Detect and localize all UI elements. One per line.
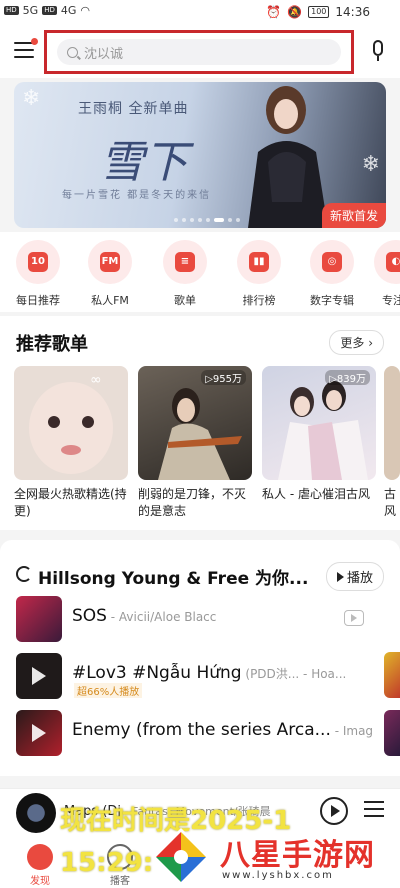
song-cover [16, 653, 62, 699]
song-artist: - Imag... [334, 724, 372, 738]
tab-label: 发现 [30, 876, 50, 887]
podcast-icon [107, 844, 133, 870]
chart-icon: ▮▮ [249, 252, 269, 272]
play-count: ▷955万 [201, 370, 246, 385]
playlist-card[interactable]: ▷839万 私人 - 虐心催泪古风 [262, 366, 376, 520]
song-cover [16, 710, 62, 756]
banner-song-title: 雪下 [100, 137, 188, 188]
artist-song-section: Hillsong Young & Free 为你... 播放 SOS - Avi… [0, 540, 400, 776]
refresh-icon[interactable] [16, 566, 32, 582]
calendar-icon: 10 [28, 252, 48, 272]
recommended-playlists: 推荐歌单 更多 › ∞ 全网最火热歌精选(持更) ▷955万 削弱的是刀锋，不灭… [0, 316, 400, 530]
playlist-button[interactable]: ≡ 歌单 [150, 240, 220, 308]
playlist-icon: ≡ [175, 252, 195, 272]
playlist-name: 古风的 [384, 487, 397, 518]
now-playing-artist: - Fantast Movement/张琦晨 [121, 805, 271, 818]
battery-icon: 100 [308, 6, 330, 18]
focus-button[interactable]: ◐ 专注 [362, 240, 400, 308]
now-playing-disc [16, 793, 56, 833]
tab-discover[interactable]: 发现 [10, 844, 70, 887]
playlist-name: 全网最火热歌精选(持更) [14, 487, 127, 518]
banner-pagination [174, 218, 240, 222]
clock: 14:36 [335, 5, 370, 19]
song-row[interactable]: SOS - Avicii/Aloe Blacc [16, 596, 368, 644]
popularity-tag: 超66%人播放 [74, 683, 143, 698]
playlist-cover: ▷955万 [138, 366, 252, 480]
playlist-cover: ▷839万 [262, 366, 376, 480]
digital-album-button[interactable]: ◎ 数字专辑 [297, 240, 367, 308]
playlist-card[interactable]: 古风的 [384, 366, 400, 520]
play-all-button[interactable]: 播放 [325, 562, 384, 591]
menu-icon[interactable] [14, 38, 38, 58]
svg-text:∞: ∞ [90, 372, 102, 388]
status-bar: HD 5G HD 4G ◠ ⏰ 🔕 100 14:36 [0, 0, 400, 26]
icon-label: 数字专辑 [310, 294, 354, 307]
album-icon: ◎ [322, 252, 342, 272]
playlist-name: 私人 - 虐心催泪古风 [262, 487, 370, 501]
song-cover [16, 596, 62, 642]
section-title: Hillsong Young & Free 为你... [38, 569, 309, 589]
notification-dot [31, 38, 38, 45]
search-box-highlight[interactable]: 沈以诚 [44, 30, 354, 74]
playlist-card[interactable]: ∞ 全网最火热歌精选(持更) [14, 366, 128, 520]
network-5g: 5G [22, 4, 39, 17]
song-title: Enemy (from the series Arca... [72, 720, 331, 740]
snowflake-icon: ❄ [22, 86, 41, 111]
promo-banner[interactable]: ❄ ❄ 王雨桐 全新单曲 雪下 每一片雪花 都是冬天的来信 新歌首发 [14, 82, 386, 228]
charts-button[interactable]: ▮▮ 排行榜 [224, 240, 294, 308]
next-card-cover [384, 710, 400, 756]
icon-label: 歌单 [174, 294, 196, 307]
play-count: ▷839万 [325, 370, 370, 385]
microphone-icon[interactable] [370, 40, 386, 64]
search-input[interactable]: 沈以诚 [57, 39, 341, 65]
icon-label: 每日推荐 [16, 294, 60, 307]
quick-entry-row: 10 每日推荐 FM 私人FM ≡ 歌单 ▮▮ 排行榜 ◎ 数字专辑 ◐ 专注 [0, 232, 400, 312]
next-card-cover [384, 652, 400, 698]
icon-label: 排行榜 [242, 294, 276, 307]
banner-artist: 王雨桐 全新单曲 [78, 101, 189, 117]
video-icon[interactable] [344, 610, 364, 626]
play-pause-button[interactable] [320, 797, 348, 825]
more-button[interactable]: 更多 › [329, 330, 384, 355]
play-all-label: 播放 [346, 571, 373, 586]
search-placeholder: 沈以诚 [84, 46, 124, 62]
artist-photo [248, 86, 328, 228]
song-title: SOS [72, 606, 107, 626]
bottom-tab-bar: 发现 播客 [0, 840, 400, 888]
mute-icon: 🔕 [287, 5, 303, 19]
play-icon [336, 572, 344, 582]
search-icon [67, 46, 78, 58]
hd-tag: HD [4, 6, 19, 15]
discover-icon [27, 844, 53, 870]
icon-label: 专注 [382, 294, 400, 307]
daily-recommend-button[interactable]: 10 每日推荐 [3, 240, 73, 308]
section-title: 推荐歌单 [16, 334, 88, 355]
tab-label: 播客 [110, 876, 130, 887]
song-row[interactable]: Enemy (from the series Arca... - Imag... [16, 710, 372, 758]
top-bar: 沈以诚 [0, 26, 400, 78]
playlist-card[interactable]: ▷955万 削弱的是刀锋，不灭的是意志 [138, 366, 252, 520]
song-title: #Lov3 #Ngẫu Hứng [72, 663, 242, 683]
network-4g: 4G [60, 4, 77, 17]
playlist-cover [384, 366, 400, 480]
icon-label: 私人FM [91, 294, 129, 307]
playlist-name: 削弱的是刀锋，不灭的是意志 [138, 487, 247, 518]
private-fm-button[interactable]: FM 私人FM [75, 240, 145, 308]
mini-player[interactable]: Maps (Dj - Fantast Movement/张琦晨 [0, 788, 400, 840]
wifi-icon: ◠ [80, 4, 90, 17]
alarm-icon: ⏰ [266, 5, 282, 19]
new-release-badge: 新歌首发 [321, 203, 386, 228]
song-artist: (PDD洪... - Hoa... [241, 667, 347, 681]
radio-icon: FM [100, 252, 120, 272]
banner-tagline: 每一片雪花 都是冬天的来信 [62, 190, 212, 201]
snowflake-icon: ❄ [361, 152, 380, 177]
focus-icon: ◐ [386, 252, 400, 272]
song-row[interactable]: #Lov3 #Ngẫu Hứng (PDD洪... - Hoa... 超66%人… [16, 653, 368, 701]
queue-list-icon[interactable] [364, 801, 384, 817]
now-playing-title: Maps (Dj [64, 804, 122, 819]
hd-tag: HD [42, 6, 57, 15]
tab-podcast[interactable]: 播客 [90, 844, 150, 887]
song-artist: - Avicii/Aloe Blacc [106, 610, 217, 624]
playlist-cover: ∞ [14, 366, 128, 480]
